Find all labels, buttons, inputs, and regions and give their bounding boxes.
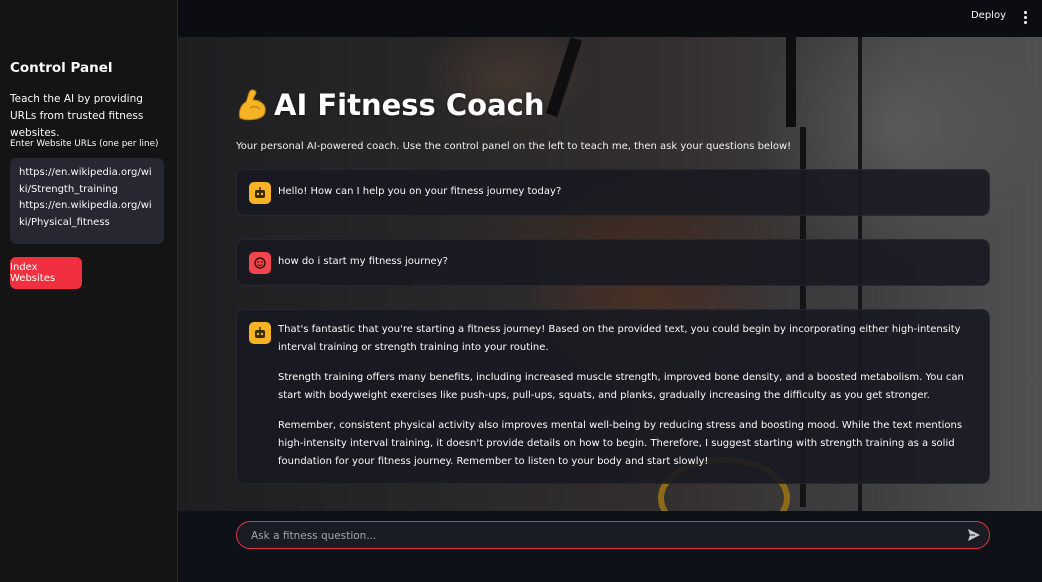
robot-icon [249, 182, 271, 204]
message-paragraph: Strength training offers many benefits, … [278, 372, 964, 401]
message-paragraph: how do i start my fitness journey? [278, 256, 448, 267]
robot-icon [249, 322, 271, 344]
sidebar: Control Panel Teach the AI by providing … [0, 0, 178, 582]
chat-input-container [236, 521, 990, 550]
sidebar-description: Teach the AI by providing URLs from trus… [10, 93, 144, 139]
chat-message-assistant: That's fantastic that you're starting a … [236, 309, 990, 484]
user-face-icon [249, 252, 271, 274]
message-text: Hello! How can I help you on your fitnes… [278, 183, 975, 201]
page-title: AI Fitness Coach [236, 88, 545, 122]
flexed-biceps-icon [239, 89, 266, 121]
chat-message-user: how do i start my fitness journey? [236, 239, 990, 286]
index-websites-button[interactable]: Index Websites [10, 257, 82, 289]
page-title-text: AI Fitness Coach [274, 88, 545, 122]
chat-message-assistant: Hello! How can I help you on your fitnes… [236, 169, 990, 216]
sidebar-title: Control Panel [10, 60, 113, 76]
deploy-button[interactable]: Deploy [971, 10, 1006, 21]
message-text: That's fantastic that you're starting a … [278, 321, 975, 471]
message-paragraph: That's fantastic that you're starting a … [278, 324, 961, 353]
message-paragraph: Hello! How can I help you on your fitnes… [278, 186, 562, 197]
page-subtitle: Your personal AI-powered coach. Use the … [236, 141, 792, 152]
chat-input[interactable] [249, 522, 953, 550]
app: Control Panel Teach the AI by providing … [0, 0, 1042, 582]
urls-textarea[interactable]: https://en.wikipedia.org/wiki/Strength_t… [10, 158, 164, 244]
kebab-menu-icon[interactable] [1024, 11, 1028, 25]
send-icon[interactable] [967, 528, 981, 542]
message-paragraph: Remember, consistent physical activity a… [278, 420, 963, 467]
urls-label: Enter Website URLs (one per line) [10, 139, 159, 149]
message-text: how do i start my fitness journey? [278, 253, 975, 271]
top-header: Deploy [178, 0, 1042, 37]
chat-input-area [178, 511, 1042, 582]
